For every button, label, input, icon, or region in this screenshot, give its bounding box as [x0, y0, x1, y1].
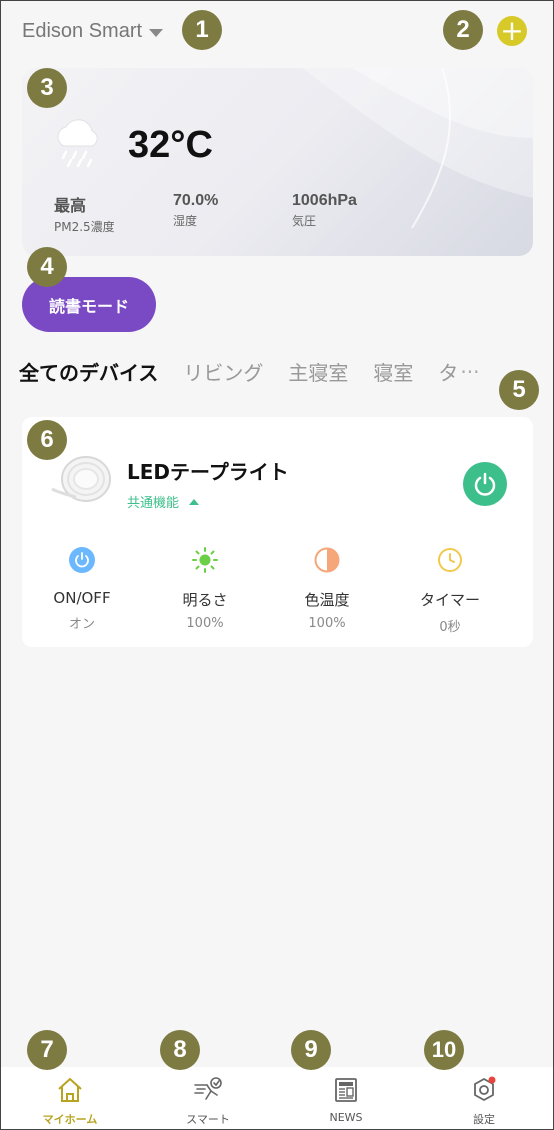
pressure-value: 1006hPa [292, 192, 357, 209]
nav-my-home[interactable]: マイホーム [1, 1067, 139, 1129]
function-color-temperature[interactable]: 色温度 100% [267, 547, 387, 631]
add-device-button[interactable]: + [497, 16, 527, 46]
tab-master-bedroom[interactable]: 主寝室 [288, 357, 348, 386]
home-title: Edison Smart [22, 20, 143, 42]
annotation-marker: 2 [443, 10, 483, 50]
nav-label: NEWS [329, 1111, 363, 1124]
smart-icon [194, 1077, 222, 1100]
temperature-value: 32°C [128, 124, 213, 166]
more-tabs-icon[interactable]: ··· [460, 360, 479, 384]
annotation-marker: 7 [27, 1030, 67, 1070]
function-value: 100% [186, 616, 224, 631]
tab-living[interactable]: リビング [183, 357, 263, 386]
function-name: ON/OFF [53, 589, 111, 607]
nav-label: スマート [186, 1113, 230, 1126]
plus-icon: + [500, 14, 524, 47]
common-functions-label: 共通機能 [127, 496, 180, 511]
pressure-label: 気圧 [292, 214, 317, 228]
function-value: 0秒 [439, 620, 461, 635]
bottom-navigation: マイホーム スマート NEWS 設定 [1, 1067, 553, 1129]
weather-card[interactable]: 32°C 最高 PM2.5濃度 70.0% 湿度 1006hPa 気圧 [22, 68, 533, 256]
notification-dot [488, 1076, 496, 1084]
tab-all-devices[interactable]: 全てのデバイス [19, 357, 158, 386]
nav-settings[interactable]: 設定 [415, 1067, 553, 1129]
tab-bedroom[interactable]: 寝室 [373, 357, 413, 386]
color-temperature-icon [314, 547, 340, 573]
function-timer[interactable]: タイマー 0秒 [390, 547, 510, 635]
scene-label: 読書モード [48, 296, 129, 316]
home-icon [58, 1078, 82, 1102]
power-icon [474, 472, 496, 496]
annotation-marker: 1 [182, 10, 222, 50]
function-name: タイマー [419, 591, 480, 609]
function-value: 100% [308, 616, 346, 631]
annotation-marker: 10 [424, 1030, 464, 1070]
annotation-marker: 5 [499, 370, 539, 410]
device-name: LEDテープライト [127, 460, 289, 484]
rain-cloud-icon [57, 119, 98, 168]
timer-icon [438, 548, 462, 572]
settings-icon [474, 1076, 496, 1101]
annotation-marker: 3 [27, 68, 67, 108]
chevron-down-icon [149, 28, 164, 37]
nav-label: マイホーム [42, 1113, 98, 1126]
annotation-marker: 6 [27, 420, 67, 460]
device-card[interactable]: LEDテープライト 共通機能 ON/OFF オン 明るさ 100% 色温度 10… [22, 417, 533, 647]
pm25-value: 最高 [54, 198, 87, 215]
led-strip-image [51, 456, 111, 502]
function-value: オン [68, 617, 95, 632]
annotation-marker: 4 [27, 247, 67, 287]
humidity-value: 70.0% [173, 192, 219, 209]
function-name: 明るさ [182, 591, 228, 609]
room-tabs: 全てのデバイス リビング 主寝室 寝室 タ ··· [19, 357, 519, 386]
function-on-off[interactable]: ON/OFF オン [22, 547, 142, 632]
common-functions-toggle[interactable]: 共通機能 [127, 492, 200, 511]
humidity-stat: 70.0% 湿度 [173, 192, 218, 229]
nav-news[interactable]: NEWS [277, 1067, 415, 1129]
function-brightness[interactable]: 明るさ 100% [145, 547, 265, 631]
pm25-label: PM2.5濃度 [54, 220, 115, 234]
chevron-up-icon [189, 498, 200, 505]
tab-truncated[interactable]: タ [438, 357, 458, 386]
humidity-label: 湿度 [173, 214, 198, 228]
nav-label: 設定 [473, 1113, 495, 1126]
nav-smart[interactable]: スマート [139, 1067, 277, 1129]
function-name: 色温度 [304, 591, 350, 609]
pm25-stat: 最高 PM2.5濃度 [54, 192, 115, 235]
power-icon [69, 547, 95, 573]
pressure-stat: 1006hPa 気圧 [292, 192, 357, 229]
annotation-marker: 9 [291, 1030, 331, 1070]
annotation-marker: 8 [160, 1030, 200, 1070]
home-selector[interactable]: Edison Smart [22, 20, 164, 43]
news-icon [335, 1078, 357, 1102]
device-power-button[interactable] [463, 462, 507, 506]
brightness-icon [192, 547, 218, 573]
